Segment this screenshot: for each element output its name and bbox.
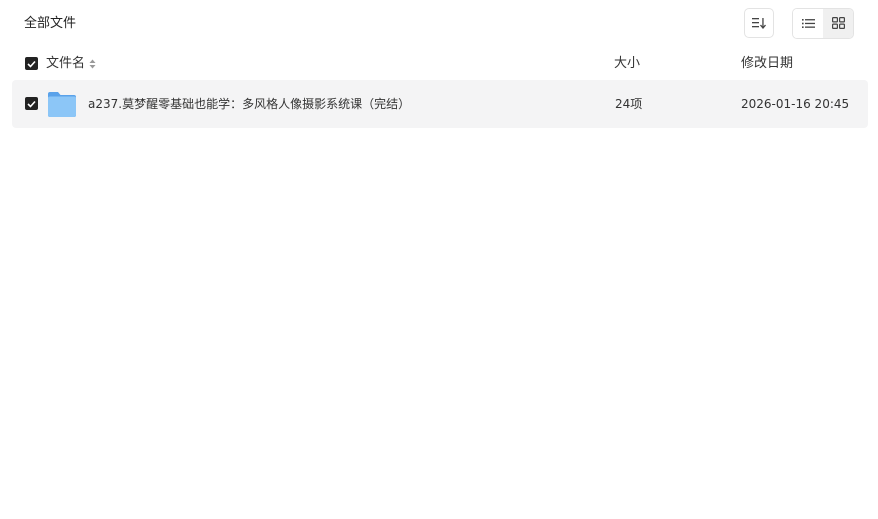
sort-arrows-icon [89,59,96,69]
list-view-button[interactable] [793,9,823,38]
table-row[interactable]: a237.莫梦醒零基础也能学：多风格人像摄影系统课（完结） 24项 2026-0… [12,80,868,128]
column-name-label: 文件名 [46,56,86,71]
folder-icon [47,91,77,118]
sort-button[interactable] [744,8,774,38]
file-browser: 全部文件 文件名 大小 修改日期 a237.莫梦醒零基础也能学：多风格人像摄影系… [0,0,878,519]
grid-view-button[interactable] [823,9,853,38]
column-header-size[interactable]: 大小 [614,55,640,73]
check-icon [27,60,36,68]
file-size: 24项 [615,97,643,111]
column-header-name[interactable]: 文件名 [46,55,96,73]
column-header-modified[interactable]: 修改日期 [741,55,793,73]
view-toggle [792,8,854,39]
page-title: 全部文件 [24,16,77,31]
check-icon [27,100,36,108]
file-modified-date: 2026-01-16 20:45 [741,97,850,111]
grid-view-icon [831,14,845,33]
select-all-checkbox[interactable] [25,57,38,70]
file-name[interactable]: a237.莫梦醒零基础也能学：多风格人像摄影系统课（完结） [88,95,410,113]
row-checkbox[interactable] [25,97,38,110]
sort-list-icon [752,14,766,33]
list-view-icon [801,14,815,33]
table-header: 文件名 大小 修改日期 [12,50,868,78]
